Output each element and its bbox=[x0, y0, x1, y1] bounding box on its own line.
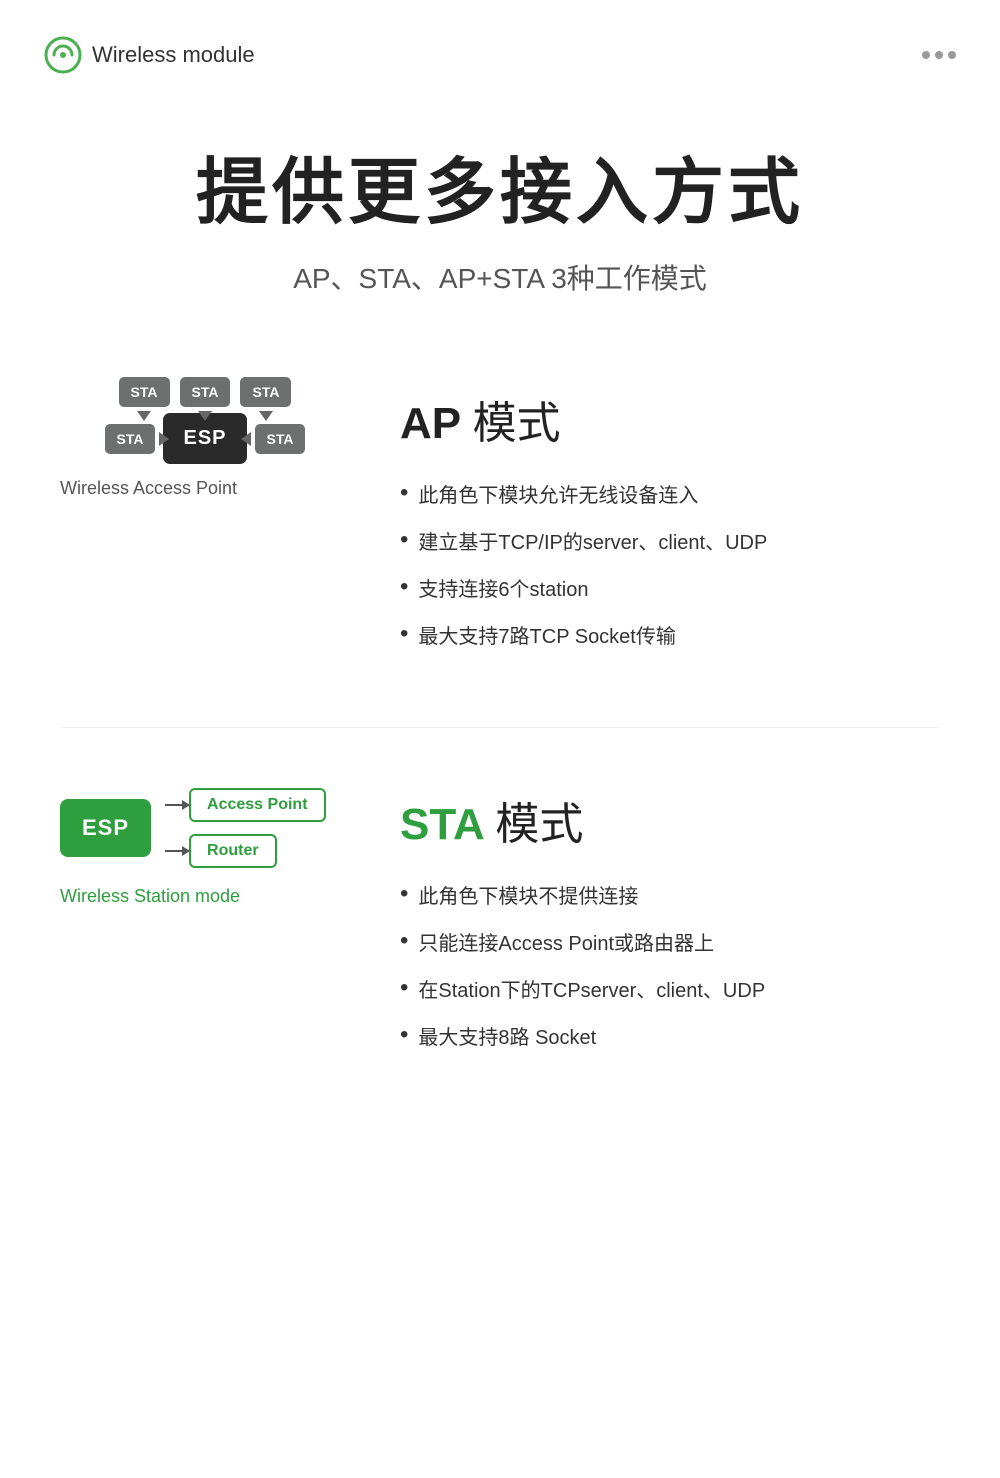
sta-arrow-group: Access Point Router bbox=[165, 788, 325, 868]
ap-mode-content: AP 模式 此角色下模块允许无线设备连入 建立基于TCP/IP的server、c… bbox=[400, 377, 940, 667]
hero-title: 提供更多接入方式 bbox=[44, 154, 956, 233]
sta-diagram-caption: Wireless Station mode bbox=[60, 886, 350, 907]
arrow-line-ap bbox=[165, 804, 189, 806]
sta-bullet-3: 在Station下的TCPserver、client、UDP bbox=[400, 974, 940, 1003]
sta-chip-2: STA bbox=[180, 377, 231, 407]
sta-bullet-list: 此角色下模块不提供连接 只能连接Access Point或路由器上 在Stati… bbox=[400, 880, 940, 1050]
sta-chip-3: STA bbox=[240, 377, 291, 407]
sta-arrow-router: Router bbox=[165, 834, 277, 868]
ap-bullet-3: 支持连接6个station bbox=[400, 573, 940, 602]
ap-bullet-list: 此角色下模块允许无线设备连入 建立基于TCP/IP的server、client、… bbox=[400, 479, 940, 649]
sta-chip-1: STA bbox=[119, 377, 170, 407]
ap-mode-heading: AP 模式 bbox=[400, 387, 940, 451]
router-label: Router bbox=[189, 834, 277, 868]
sta-chip-left: STA bbox=[105, 424, 156, 454]
sta-heading-suffix: 模式 bbox=[495, 800, 583, 849]
sta-mode-heading: STA 模式 bbox=[400, 788, 940, 852]
ap-mode-section: STA STA STA STA ESP bbox=[0, 357, 1000, 727]
arrow-down-3 bbox=[259, 411, 273, 421]
esp-chip-sta: ESP bbox=[60, 799, 151, 857]
arrowhead-ap bbox=[182, 800, 190, 810]
ap-diagram: STA STA STA STA ESP bbox=[60, 377, 350, 499]
more-options-button[interactable] bbox=[922, 51, 956, 59]
ap-heading-suffix: 模式 bbox=[473, 399, 561, 448]
sta-bullet-4: 最大支持8路 Socket bbox=[400, 1021, 940, 1050]
arrow-right-left bbox=[159, 432, 169, 446]
header-left: Wireless module bbox=[44, 36, 255, 74]
ap-top-row: STA STA STA bbox=[119, 377, 292, 407]
dot3 bbox=[948, 51, 956, 59]
ap-bullet-4: 最大支持7路TCP Socket传输 bbox=[400, 620, 940, 649]
sta-bullet-1: 此角色下模块不提供连接 bbox=[400, 880, 940, 909]
arrowhead-router bbox=[182, 846, 190, 856]
sta-mode-section: ESP Access Point Router Wireless Stat bbox=[0, 728, 1000, 1128]
logo-icon bbox=[44, 36, 82, 74]
hero-section: 提供更多接入方式 AP、STA、AP+STA 3种工作模式 bbox=[0, 74, 1000, 357]
arrow-left-right bbox=[241, 432, 251, 446]
sta-heading-prefix: STA bbox=[400, 800, 483, 849]
access-point-label: Access Point bbox=[189, 788, 325, 822]
ap-bullet-2: 建立基于TCP/IP的server、client、UDP bbox=[400, 526, 940, 555]
dot2 bbox=[935, 51, 943, 59]
ap-heading-prefix: AP bbox=[400, 399, 460, 448]
sta-chip-right: STA bbox=[255, 424, 306, 454]
sta-diagram: ESP Access Point Router Wireless Stat bbox=[60, 778, 350, 907]
arrow-down-1 bbox=[137, 411, 151, 421]
ap-nodes: STA STA STA STA ESP bbox=[60, 377, 350, 464]
sta-mode-content: STA 模式 此角色下模块不提供连接 只能连接Access Point或路由器上… bbox=[400, 778, 940, 1068]
hero-subtitle: AP、STA、AP+STA 3种工作模式 bbox=[44, 257, 956, 297]
app-title: Wireless module bbox=[92, 42, 255, 68]
dot1 bbox=[922, 51, 930, 59]
sta-bullet-2: 只能连接Access Point或路由器上 bbox=[400, 927, 940, 956]
sta-diagram-box: ESP Access Point Router bbox=[60, 788, 350, 868]
ap-diagram-caption: Wireless Access Point bbox=[60, 478, 350, 499]
arrow-down-2 bbox=[198, 411, 212, 421]
arrow-line-router bbox=[165, 850, 189, 852]
app-header: Wireless module bbox=[0, 0, 1000, 74]
ap-bullet-1: 此角色下模块允许无线设备连入 bbox=[400, 479, 940, 508]
sta-arrow-ap: Access Point bbox=[165, 788, 325, 822]
